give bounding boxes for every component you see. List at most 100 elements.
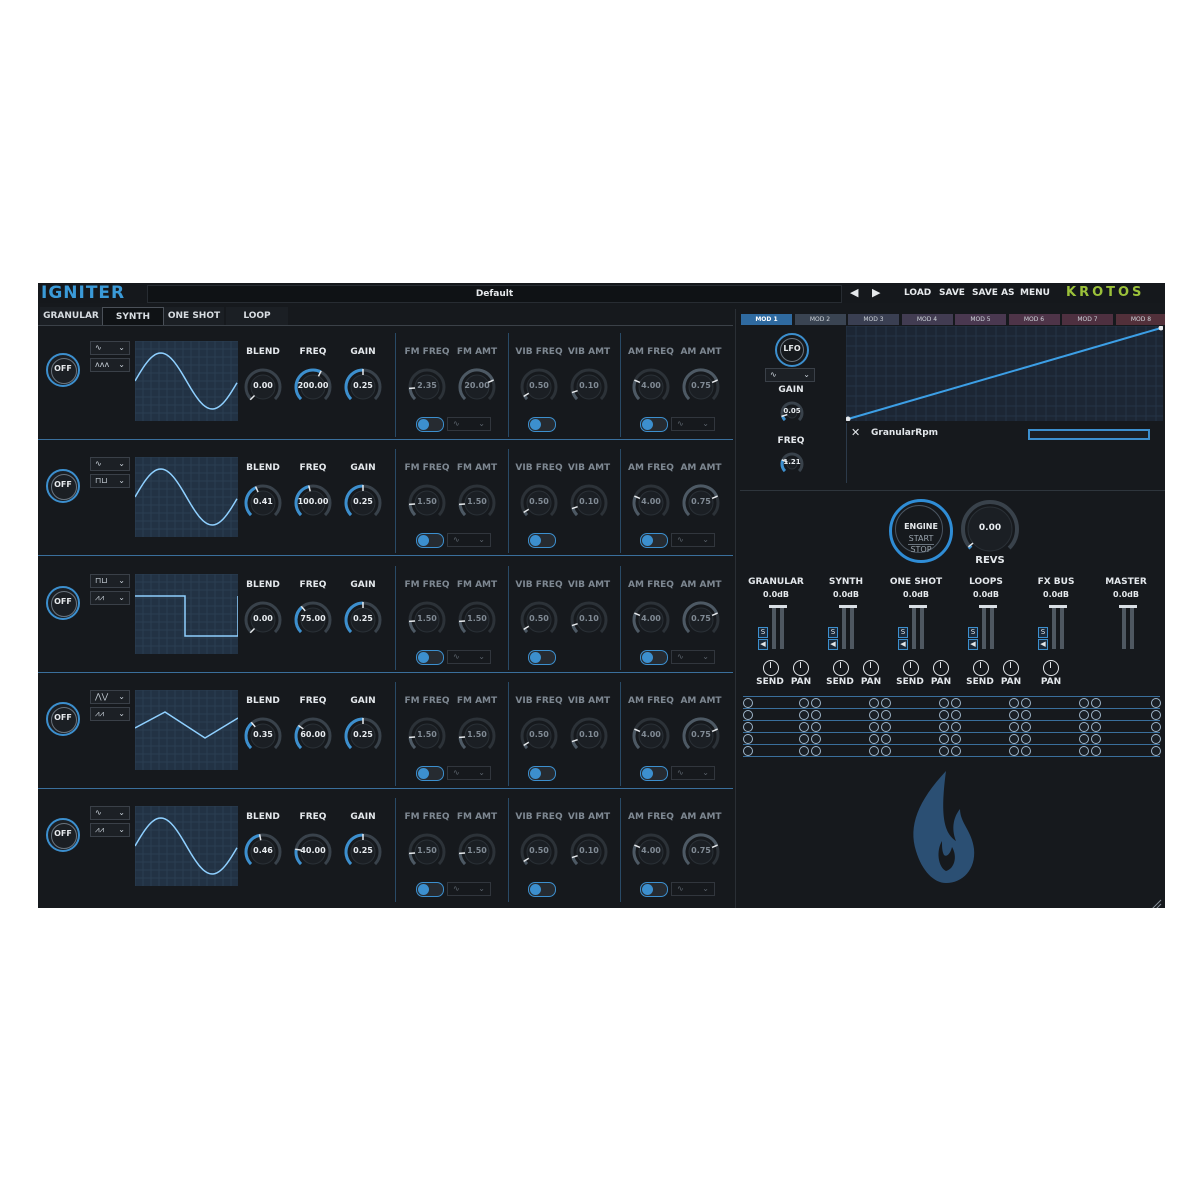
routing-toggle[interactable]	[1021, 698, 1031, 708]
mod-tab-5[interactable]: MOD 5	[955, 314, 1006, 325]
power-off-button[interactable]: OFF	[46, 469, 80, 503]
gain-knob[interactable]: 0.25	[343, 716, 383, 756]
waveform-select-b[interactable]: ⩘⩘ ⌄	[90, 707, 130, 721]
mod-toggle[interactable]	[528, 417, 556, 432]
fm-amt-knob[interactable]: 1.50	[457, 716, 497, 756]
am-freq-knob[interactable]: 4.00	[631, 600, 671, 640]
routing-toggle[interactable]	[799, 722, 809, 732]
routing-toggle[interactable]	[939, 746, 949, 756]
routing-toggle[interactable]	[1021, 710, 1031, 720]
mod-shape-select[interactable]: ∿ ⌄	[447, 766, 491, 780]
mod-tab-1[interactable]: MOD 1	[741, 314, 792, 325]
solo-button[interactable]: S	[968, 627, 978, 638]
pan-knob[interactable]	[793, 660, 809, 676]
mod-gain-knob[interactable]: 0.05	[779, 400, 805, 426]
routing-toggle[interactable]	[1009, 722, 1019, 732]
routing-toggle[interactable]	[811, 722, 821, 732]
routing-toggle[interactable]	[1079, 698, 1089, 708]
vib-freq-knob[interactable]: 0.50	[519, 483, 559, 523]
tab-synth[interactable]: SYNTH	[102, 307, 164, 326]
routing-toggle[interactable]	[811, 746, 821, 756]
routing-toggle[interactable]	[1009, 710, 1019, 720]
am-amt-knob[interactable]: 0.75	[681, 367, 721, 407]
remove-target-close-icon[interactable]: ✕	[851, 426, 860, 439]
fm-amt-knob[interactable]: 1.50	[457, 832, 497, 872]
send-knob[interactable]	[833, 660, 849, 676]
solo-button[interactable]: S	[758, 627, 768, 638]
freq-knob[interactable]: 60.00	[293, 716, 333, 756]
freq-knob[interactable]: 75.00	[293, 600, 333, 640]
mod-shape-select[interactable]: ∿ ⌄	[447, 417, 491, 431]
am-amt-knob[interactable]: 0.75	[681, 600, 721, 640]
routing-toggle[interactable]	[799, 734, 809, 744]
routing-toggle[interactable]	[1151, 698, 1161, 708]
mod-shape-select[interactable]: ∿ ⌄	[447, 882, 491, 896]
volume-fader[interactable]	[1052, 605, 1056, 649]
pan-knob[interactable]	[1003, 660, 1019, 676]
mod-toggle[interactable]	[416, 766, 444, 781]
gain-knob[interactable]: 0.25	[343, 483, 383, 523]
load-button[interactable]: LOAD	[904, 288, 931, 298]
mod-toggle[interactable]	[416, 882, 444, 897]
am-freq-knob[interactable]: 4.00	[631, 832, 671, 872]
vib-amt-knob[interactable]: 0.10	[569, 367, 609, 407]
mod-envelope-graph[interactable]	[845, 325, 1164, 422]
am-amt-knob[interactable]: 0.75	[681, 716, 721, 756]
prev-preset-button[interactable]: ◀	[850, 286, 858, 299]
blend-knob[interactable]: 0.00	[243, 367, 283, 407]
gain-knob[interactable]: 0.25	[343, 367, 383, 407]
freq-knob[interactable]: 200.00	[293, 367, 333, 407]
routing-toggle[interactable]	[811, 698, 821, 708]
vib-freq-knob[interactable]: 0.50	[519, 367, 559, 407]
mod-tab-4[interactable]: MOD 4	[901, 314, 953, 325]
blend-knob[interactable]: 0.41	[243, 483, 283, 523]
solo-button[interactable]: S	[828, 627, 838, 638]
mod-toggle[interactable]	[528, 766, 556, 781]
waveform-select-a[interactable]: ∿ ⌄	[90, 341, 130, 355]
routing-toggle[interactable]	[1151, 746, 1161, 756]
routing-toggle[interactable]	[939, 722, 949, 732]
fm-freq-knob[interactable]: 1.50	[407, 600, 447, 640]
fm-freq-knob[interactable]: 1.50	[407, 483, 447, 523]
waveform-select-b[interactable]: ⩘⩘ ⌄	[90, 591, 130, 605]
fm-amt-knob[interactable]: 20.00	[457, 367, 497, 407]
routing-toggle[interactable]	[869, 734, 879, 744]
fm-freq-knob[interactable]: 2.35	[407, 367, 447, 407]
resize-grip-icon[interactable]	[1150, 895, 1162, 908]
vib-freq-knob[interactable]: 0.50	[519, 600, 559, 640]
revs-knob[interactable]: 0.00	[960, 499, 1020, 559]
routing-toggle[interactable]	[743, 710, 753, 720]
send-knob[interactable]	[903, 660, 919, 676]
routing-toggle[interactable]	[1079, 746, 1089, 756]
routing-toggle[interactable]	[881, 746, 891, 756]
vib-amt-knob[interactable]: 0.10	[569, 483, 609, 523]
mod-toggle[interactable]	[416, 533, 444, 548]
freq-knob[interactable]: 40.00	[293, 832, 333, 872]
power-off-button[interactable]: OFF	[46, 702, 80, 736]
waveform-select-b[interactable]: ⩘⩘ ⌄	[90, 823, 130, 837]
routing-toggle[interactable]	[1021, 734, 1031, 744]
mod-toggle[interactable]	[528, 882, 556, 897]
routing-toggle[interactable]	[1151, 722, 1161, 732]
routing-toggle[interactable]	[939, 698, 949, 708]
mod-shape-select[interactable]: ∿ ⌄	[671, 650, 715, 664]
mod-toggle[interactable]	[416, 417, 444, 432]
solo-button[interactable]: S	[898, 627, 908, 638]
routing-toggle[interactable]	[951, 746, 961, 756]
routing-toggle[interactable]	[939, 710, 949, 720]
fader-handle[interactable]	[987, 605, 997, 608]
mod-toggle[interactable]	[640, 882, 668, 897]
routing-toggle[interactable]	[1009, 746, 1019, 756]
tab-loop[interactable]: LOOP	[226, 307, 288, 325]
routing-matrix[interactable]	[743, 696, 1161, 757]
mute-button[interactable]: ◀	[758, 639, 768, 650]
waveform-select-b[interactable]: ʌʌʌ ⌄	[90, 358, 130, 372]
fader-handle[interactable]	[917, 605, 927, 608]
volume-fader[interactable]	[912, 605, 916, 649]
routing-toggle[interactable]	[1021, 746, 1031, 756]
routing-toggle[interactable]	[799, 710, 809, 720]
volume-fader[interactable]	[850, 605, 854, 649]
routing-toggle[interactable]	[951, 698, 961, 708]
am-freq-knob[interactable]: 4.00	[631, 483, 671, 523]
mod-tab-7[interactable]: MOD 7	[1062, 314, 1113, 325]
